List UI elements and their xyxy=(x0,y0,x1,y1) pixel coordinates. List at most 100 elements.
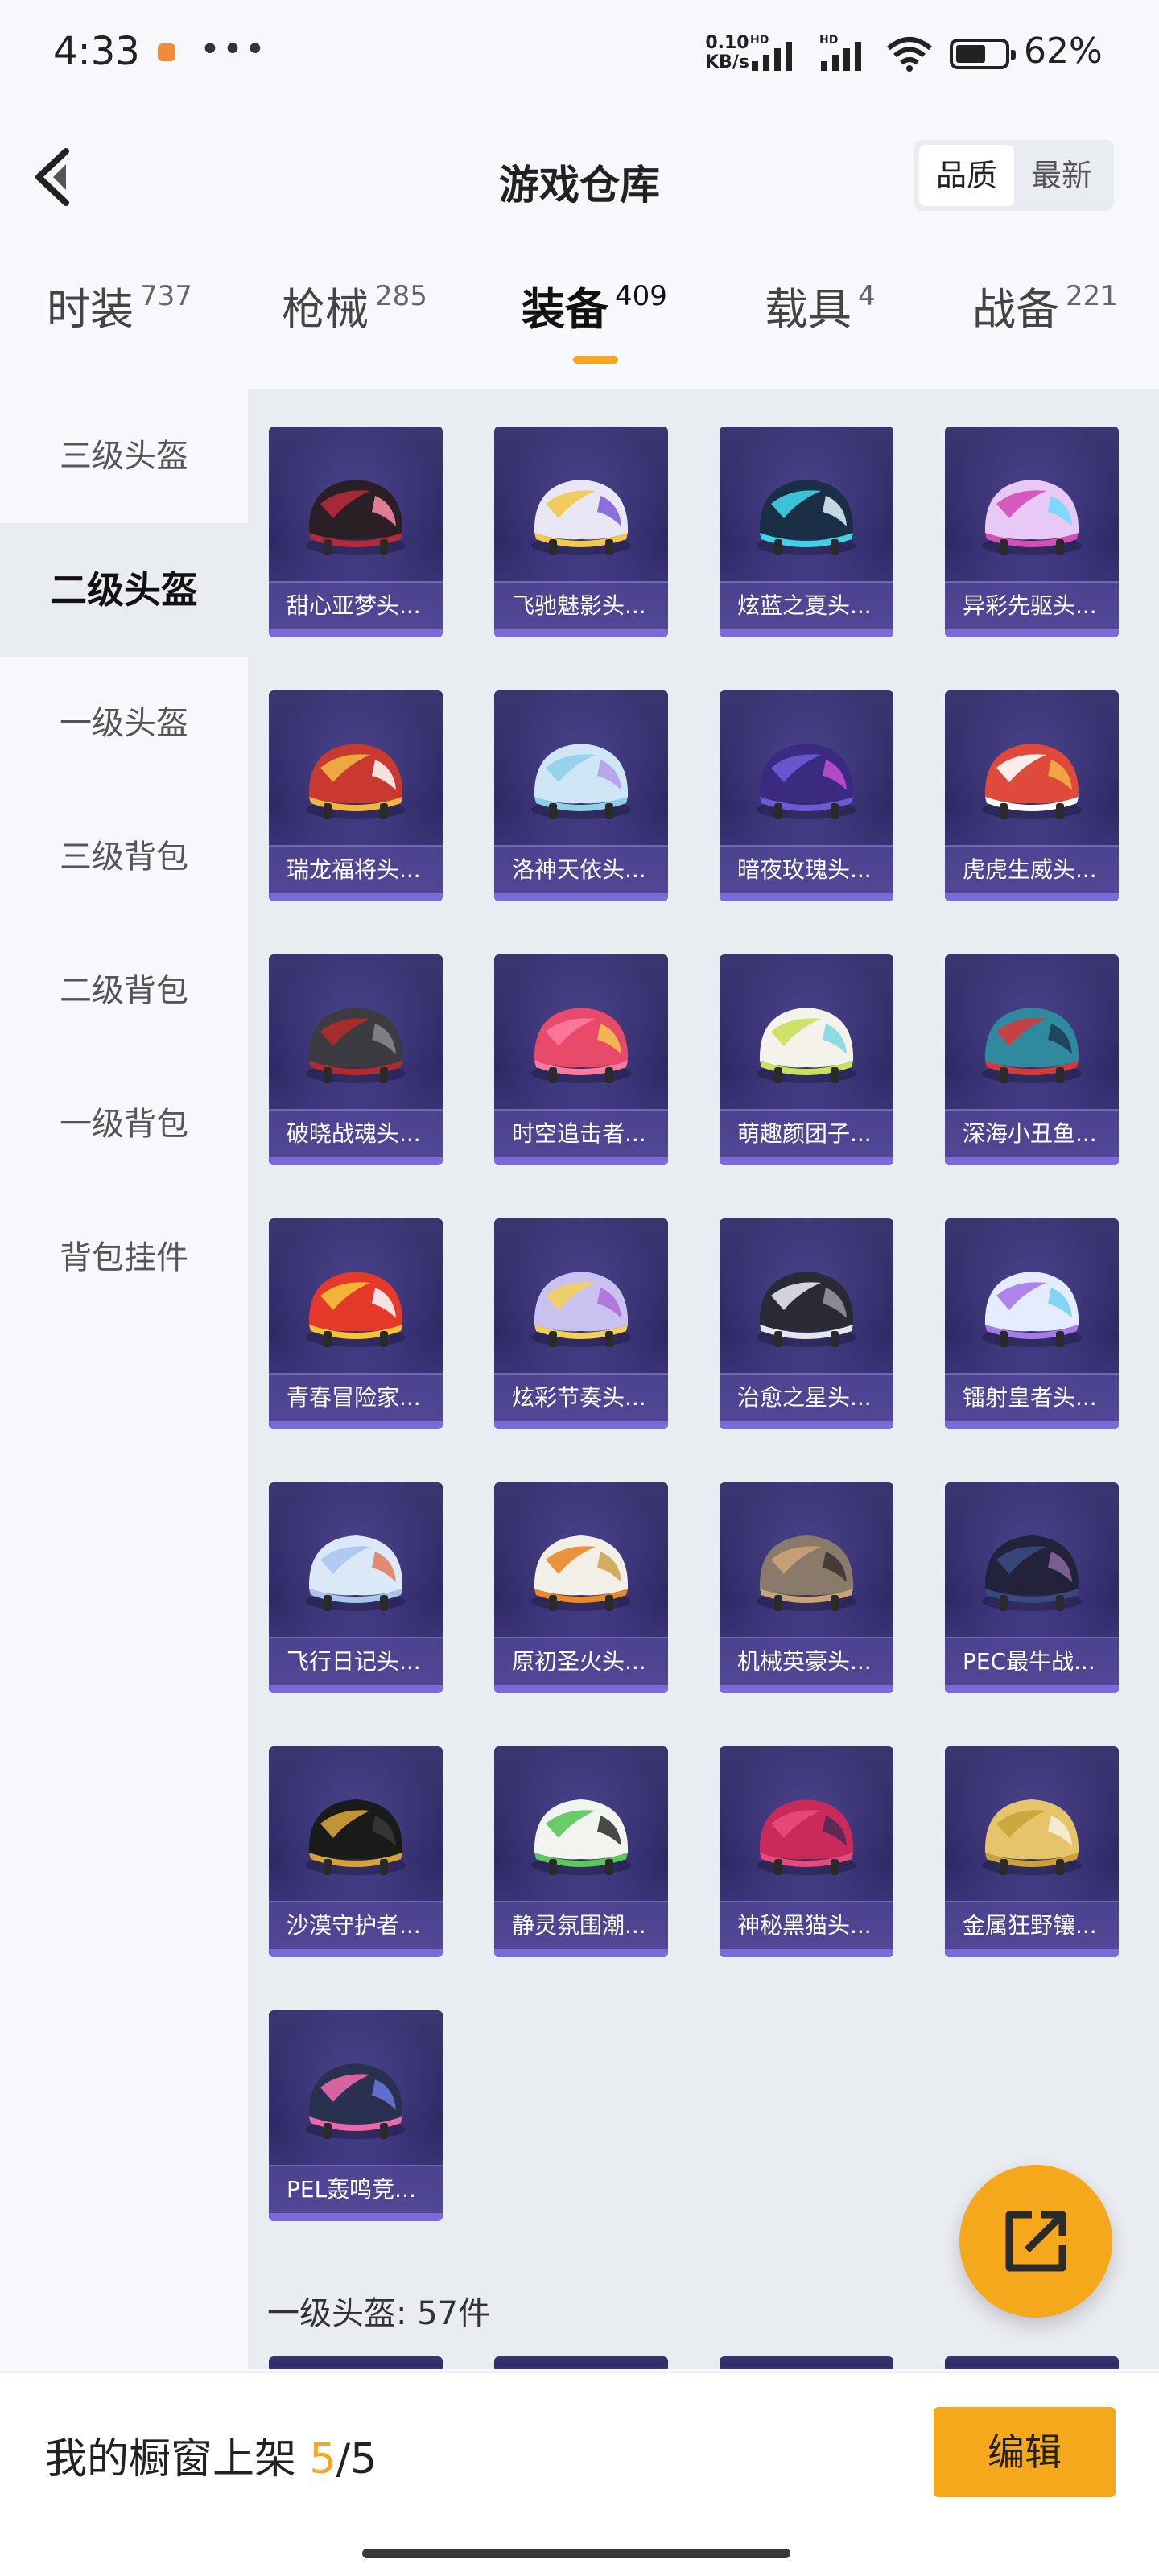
item-name: 静灵氛围潮... xyxy=(512,1912,646,1939)
item-card[interactable]: 瑞龙福将头... xyxy=(269,690,443,901)
item-name: 瑞龙福将头... xyxy=(287,856,421,883)
signal-icon: HD xyxy=(819,34,861,71)
helmet-icon xyxy=(982,1535,1082,1611)
helmet-icon xyxy=(306,1799,406,1875)
helmet-icon xyxy=(531,1799,631,1875)
helmet-icon xyxy=(757,480,856,555)
item-card[interactable]: 深海小丑鱼... xyxy=(945,954,1119,1165)
tab-label: 载具 xyxy=(765,284,852,335)
signal-hd-label: HD xyxy=(750,34,769,47)
sort-quality-option[interactable]: 品质 xyxy=(919,145,1014,206)
sidebar-item-level3-backpack[interactable]: 三级背包 xyxy=(0,790,248,924)
active-tab-indicator xyxy=(573,356,618,364)
status-time: 4:33 xyxy=(53,29,140,74)
item-card[interactable] xyxy=(720,2356,893,2369)
helmet-icon xyxy=(531,1535,631,1611)
item-grid: 一级头盔: 57件 甜心亚梦头... 飞驰魅影头... 炫蓝之夏头... 异彩先驱头.… xyxy=(248,389,1159,2369)
item-card[interactable]: 破晓战魂头... xyxy=(269,954,443,1165)
tab-label: 时装 xyxy=(47,284,134,335)
tab-firearms[interactable]: 枪械 285 xyxy=(282,274,427,370)
tab-vehicles[interactable]: 载具 4 xyxy=(765,274,876,370)
item-card[interactable]: 时空追击者... xyxy=(494,954,668,1165)
item-card[interactable]: 静灵氛围潮... xyxy=(494,1746,668,1957)
item-name: 洛神天依头... xyxy=(512,856,646,883)
section-label: 一级头盔: 57件 xyxy=(267,2295,491,2332)
item-name: 时空追击者... xyxy=(512,1120,646,1147)
item-name: 破晓战魂头... xyxy=(287,1120,421,1147)
subcategory-sidebar: 三级头盔 二级头盔 一级头盔 三级背包 二级背包 一级背包 背包挂件 xyxy=(0,389,248,2369)
tab-label: 战备 xyxy=(972,284,1059,335)
item-name: 原初圣火头... xyxy=(512,1648,646,1675)
signal-hd-label: HD xyxy=(819,34,838,47)
item-card[interactable]: 炫彩节奏头... xyxy=(494,1218,668,1429)
item-name: 治愈之星头... xyxy=(737,1384,872,1411)
item-card[interactable] xyxy=(269,2356,443,2369)
helmet-icon xyxy=(531,744,631,819)
sidebar-item-level2-helmet[interactable]: 二级头盔 xyxy=(0,523,248,657)
item-card[interactable]: 暗夜玫瑰头... xyxy=(720,690,893,901)
helmet-icon xyxy=(306,1008,406,1083)
item-name: 暗夜玫瑰头... xyxy=(737,856,872,883)
item-card[interactable]: 飞驰魅影头... xyxy=(494,427,668,637)
item-card[interactable]: 机械英豪头... xyxy=(720,1482,893,1693)
tab-count: 409 xyxy=(615,280,667,312)
item-card[interactable]: 异彩先驱头... xyxy=(945,427,1119,637)
item-name: 炫蓝之夏头... xyxy=(737,592,872,619)
item-card[interactable]: 炫蓝之夏头... xyxy=(720,427,893,637)
sidebar-item-level1-backpack[interactable]: 一级背包 xyxy=(0,1057,248,1191)
item-name: 炫彩节奏头... xyxy=(512,1384,646,1411)
network-speed-value: 0.10 xyxy=(705,33,749,53)
tab-label: 枪械 xyxy=(282,284,369,335)
helmet-icon xyxy=(306,744,406,819)
network-speed-unit: KB/s xyxy=(705,52,749,72)
item-card[interactable]: 萌趣颜团子... xyxy=(720,954,893,1165)
item-card[interactable] xyxy=(494,2356,668,2369)
sort-newest-option[interactable]: 最新 xyxy=(1014,145,1109,206)
sidebar-item-backpack-pendant[interactable]: 背包挂件 xyxy=(0,1191,248,1325)
item-card[interactable]: 金属狂野镶... xyxy=(945,1746,1119,1957)
item-name: 异彩先驱头... xyxy=(963,592,1097,619)
tab-fashion[interactable]: 时装 737 xyxy=(47,274,192,370)
helmet-icon xyxy=(982,744,1082,819)
item-card[interactable]: 原初圣火头... xyxy=(494,1482,668,1693)
network-speed: 0.10 KB/s xyxy=(705,34,749,72)
tab-label: 装备 xyxy=(522,284,608,335)
sidebar-item-level1-helmet[interactable]: 一级头盔 xyxy=(0,657,248,790)
sidebar-item-level3-helmet[interactable]: 三级头盔 xyxy=(0,389,248,523)
sort-toggle: 品质 最新 xyxy=(914,140,1114,211)
item-card[interactable]: 治愈之星头... xyxy=(720,1218,893,1429)
category-tabs: 时装 737 枪械 285 装备 409 载具 4 战备 221 xyxy=(0,274,1159,370)
item-card[interactable]: 神秘黑猫头... xyxy=(720,1746,893,1957)
item-card[interactable]: 飞行日记头... xyxy=(269,1482,443,1693)
item-card[interactable]: 洛神天依头... xyxy=(494,690,668,901)
helmet-icon xyxy=(757,1008,856,1083)
helmet-icon xyxy=(757,1799,856,1875)
item-card[interactable]: 甜心亚梦头... xyxy=(269,427,443,637)
item-card[interactable]: PEC最牛战... xyxy=(945,1482,1119,1693)
item-name: PEL轰鸣竞... xyxy=(287,2176,416,2203)
helmet-icon xyxy=(306,1535,406,1611)
battery-percent: 62% xyxy=(1024,31,1103,72)
item-card[interactable] xyxy=(945,2356,1119,2369)
item-name: 甜心亚梦头... xyxy=(287,592,421,619)
item-card[interactable]: PEL轰鸣竞... xyxy=(269,2010,443,2221)
edit-button[interactable]: 编辑 xyxy=(934,2407,1116,2497)
home-indicator[interactable] xyxy=(362,2549,790,2558)
item-card[interactable]: 沙漠守护者... xyxy=(269,1746,443,1957)
item-name: 沙漠守护者... xyxy=(287,1912,421,1939)
helmet-icon xyxy=(757,1535,856,1611)
battery-icon xyxy=(950,39,1016,69)
helmet-icon xyxy=(982,1008,1082,1083)
helmet-icon xyxy=(757,1272,856,1347)
item-card[interactable]: 青春冒险家... xyxy=(269,1218,443,1429)
item-card[interactable]: 镭射皇者头... xyxy=(945,1218,1119,1429)
tab-combat-supplies[interactable]: 战备 221 xyxy=(972,274,1118,370)
showcase-total-count: 5 xyxy=(350,2435,377,2483)
item-name: PEC最牛战... xyxy=(963,1648,1095,1675)
sidebar-item-level2-backpack[interactable]: 二级背包 xyxy=(0,924,248,1057)
item-card[interactable]: 虎虎生威头... xyxy=(945,690,1119,901)
item-name: 飞行日记头... xyxy=(287,1648,421,1675)
helmet-icon xyxy=(306,480,406,555)
status-bar: 4:33 ••• 0.10 KB/s HD HD 62% xyxy=(0,0,1159,105)
share-button[interactable] xyxy=(959,2165,1112,2318)
